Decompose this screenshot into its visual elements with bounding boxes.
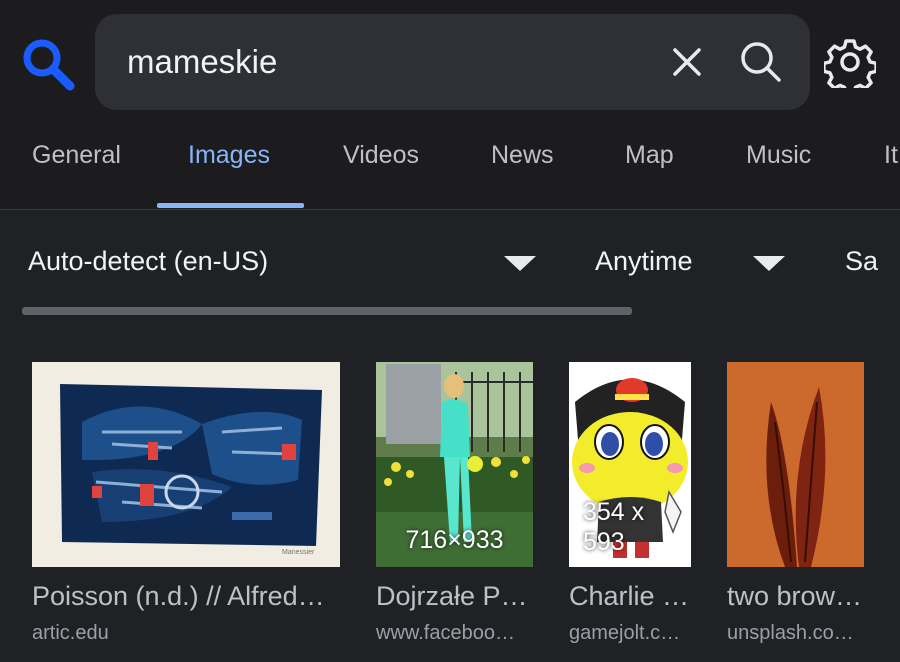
search-box[interactable]: mameskie — [95, 14, 810, 110]
language-filter[interactable]: Auto-detect (en-US) — [28, 246, 268, 277]
tab-music[interactable]: Music — [746, 141, 811, 170]
result-source: artic.edu — [32, 622, 109, 644]
image-results: Manessier Poisson (n.d.) // Alfred… arti… — [0, 340, 900, 662]
result-title[interactable]: Charlie … — [569, 581, 691, 612]
search-input[interactable]: mameskie — [127, 42, 277, 82]
safesearch-filter[interactable]: Sa — [845, 246, 878, 277]
svg-text:Manessier: Manessier — [282, 549, 315, 556]
result-source: gamejolt.c… — [569, 622, 681, 644]
gear-icon[interactable] — [822, 36, 878, 96]
tab-it[interactable]: It — [884, 141, 898, 170]
result-card[interactable]: Manessier Poisson (n.d.) // Alfred… arti… — [32, 362, 340, 645]
image-dimensions: 716×933 — [405, 526, 504, 554]
result-source: www.faceboo… — [376, 622, 515, 644]
category-tabs: General Images Videos News Map Music It — [0, 125, 900, 210]
tab-general[interactable]: General — [32, 141, 121, 170]
tab-news[interactable]: News — [491, 141, 554, 170]
tab-map[interactable]: Map — [625, 141, 674, 170]
result-card[interactable]: two brow… unsplash.co… — [727, 362, 864, 645]
image-dimensions: 354 x 593 — [583, 498, 645, 556]
chevron-down-icon[interactable] — [753, 256, 785, 271]
time-filter[interactable]: Anytime — [595, 246, 693, 277]
search-icon[interactable] — [737, 38, 785, 86]
result-source: unsplash.co… — [727, 622, 854, 644]
result-thumbnail[interactable]: 354 x 593 — [569, 362, 691, 567]
tab-videos[interactable]: Videos — [343, 141, 419, 170]
filter-bar: Auto-detect (en-US) Anytime Sa — [0, 210, 900, 335]
result-thumbnail[interactable]: Manessier — [32, 362, 340, 567]
active-tab-indicator — [157, 203, 304, 208]
result-card[interactable]: 716×933 Dojrzałe P… www.faceboo… — [376, 362, 533, 645]
result-title[interactable]: Poisson (n.d.) // Alfred… — [32, 581, 340, 612]
close-icon[interactable] — [665, 40, 709, 84]
result-thumbnail[interactable] — [727, 362, 864, 567]
result-title[interactable]: two brow… — [727, 581, 867, 612]
result-title[interactable]: Dojrzałe P… — [376, 581, 533, 612]
chevron-down-icon[interactable] — [504, 256, 536, 271]
tab-images[interactable]: Images — [188, 141, 270, 170]
horizontal-scrollbar[interactable] — [22, 307, 632, 315]
search-header: mameskie — [0, 0, 900, 125]
result-thumbnail[interactable]: 716×933 — [376, 362, 533, 567]
result-card[interactable]: 354 x 593 Charlie … gamejolt.c… — [569, 362, 691, 645]
magnifier-logo-icon[interactable] — [20, 36, 76, 92]
